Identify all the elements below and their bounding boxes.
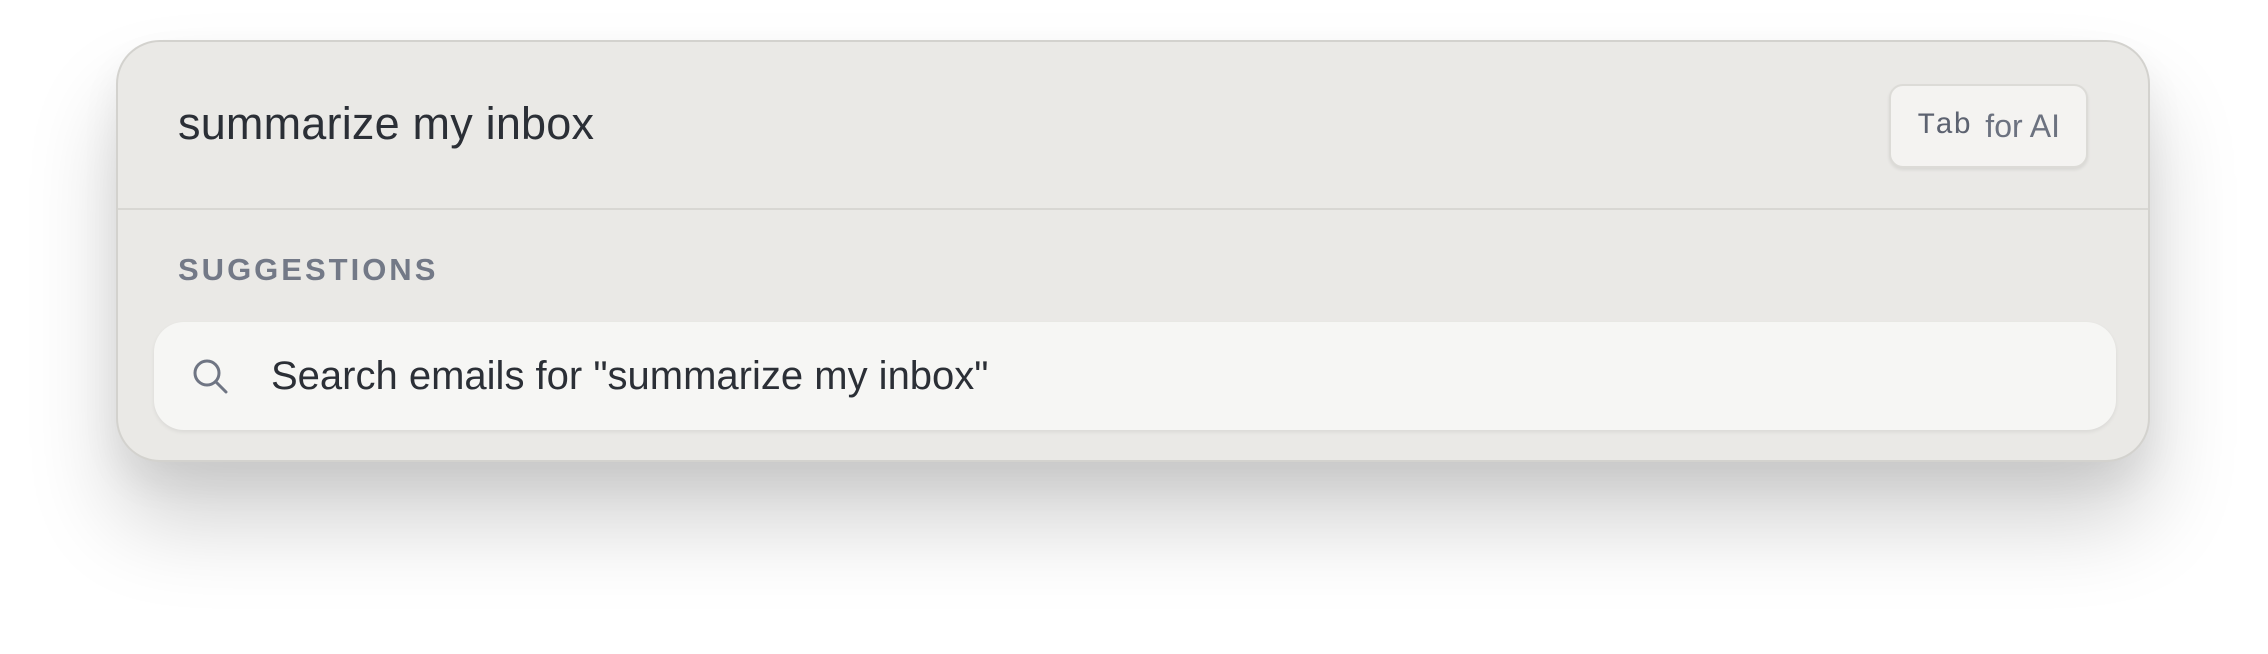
command-palette: summarize my inbox Tab for AI SUGGESTION…	[116, 40, 2150, 462]
search-query-input[interactable]: summarize my inbox	[178, 94, 594, 154]
suggestion-item[interactable]: Search emails for "summarize my inbox"	[154, 322, 2116, 430]
query-row[interactable]: summarize my inbox Tab for AI	[118, 42, 2148, 210]
suggestions-heading: SUGGESTIONS	[178, 252, 439, 287]
tab-for-ai-hint[interactable]: Tab for AI	[1889, 84, 2088, 168]
search-icon	[190, 356, 230, 396]
suggestion-label: Search emails for "summarize my inbox"	[271, 354, 989, 398]
tab-hint-label: for AI	[1985, 107, 2060, 144]
tab-key-badge: Tab	[1917, 109, 1972, 143]
